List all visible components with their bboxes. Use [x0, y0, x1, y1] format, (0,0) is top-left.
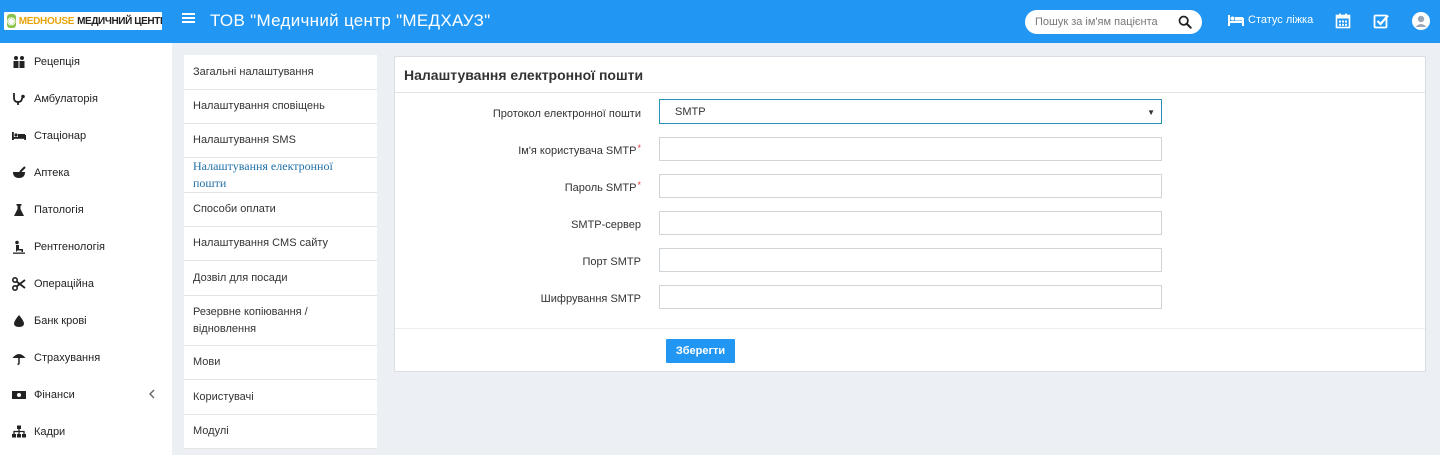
required-mark: *: [637, 180, 641, 190]
calendar-icon[interactable]: [1335, 13, 1351, 29]
sidebar-item-label: Фінанси: [34, 388, 75, 401]
top-navbar: ◉ MEDHOUSE МЕДИЧНИЙ ЦЕНТР ТОВ "Медичний …: [0, 0, 1440, 43]
sidebar-item-pharmacy[interactable]: Аптека: [0, 154, 172, 191]
sidebar-item-insurance[interactable]: Страхування: [0, 339, 172, 376]
sidebar-item-label: Рентгенологія: [34, 240, 105, 253]
reception-icon: [13, 55, 25, 68]
protocol-selected-value: SMTP: [675, 105, 706, 118]
bed-icon: [1228, 14, 1244, 26]
umbrella-icon: [12, 353, 26, 365]
email-settings-panel: Налаштування електронної пошти Протокол …: [394, 56, 1426, 372]
port-label: Порт SMTP: [582, 256, 641, 268]
search-input[interactable]: [1035, 14, 1175, 30]
sidebar-item-label: Стаціонар: [34, 129, 87, 142]
sidebar-item-finance[interactable]: Фінанси: [0, 376, 172, 413]
settings-menu-item-permissions[interactable]: Дозвіл для посади: [184, 261, 377, 296]
sidebar-item-reception[interactable]: Рецепція: [0, 43, 172, 80]
sidebar-item-pathology[interactable]: Патологія: [0, 191, 172, 228]
sidebar-item-label: Аптека: [34, 166, 70, 179]
sidebar-item-label: Кадри: [34, 425, 66, 438]
smtp-server-input[interactable]: [659, 211, 1162, 235]
username-label: Ім'я користувача SMTP*: [518, 143, 641, 157]
chevron-left-icon[interactable]: [148, 388, 156, 400]
patient-search: [1025, 10, 1202, 34]
settings-menu-item-sms[interactable]: Налаштування SMS: [184, 124, 377, 158]
panel-title: Налаштування електронної пошти: [404, 67, 644, 83]
sidebar-item-operating[interactable]: Операційна: [0, 265, 172, 302]
encryption-label: Шифрування SMTP: [540, 293, 641, 305]
logo-name: МЕДИЧНИЙ ЦЕНТР: [77, 15, 162, 27]
settings-menu-item-email[interactable]: Налаштування електронної пошти: [184, 158, 377, 193]
flask-icon: [14, 203, 24, 216]
sidebar-item-label: Патологія: [34, 203, 84, 216]
sidebar-item-label: Рецепція: [34, 55, 80, 68]
smtp-password-input[interactable]: [659, 174, 1162, 198]
logo-brand: MEDHOUSE: [18, 15, 75, 27]
sidebar-item-inpatient[interactable]: Стаціонар: [0, 117, 172, 154]
divider: [395, 328, 1425, 329]
settings-menu-item-backup[interactable]: Резервне копіювання / відновлення: [184, 296, 377, 346]
main-sidebar: Рецепція Амбулаторія Стаціонар Аптека Па…: [0, 43, 172, 455]
settings-menu-item-modules[interactable]: Модулі: [184, 415, 377, 449]
username-label-text: Ім'я користувача SMTP: [518, 145, 637, 157]
password-label-text: Пароль SMTP: [564, 182, 637, 194]
settings-menu-item-languages[interactable]: Мови: [184, 346, 377, 380]
sidebar-item-radiology[interactable]: Рентгенологія: [0, 228, 172, 265]
sidebar-item-ambulatory[interactable]: Амбулаторія: [0, 80, 172, 117]
blood-drop-icon: [14, 314, 24, 327]
sitemap-icon: [12, 425, 26, 437]
scissors-icon: [12, 276, 26, 291]
protocol-select[interactable]: SMTP ▼: [659, 99, 1162, 124]
save-button[interactable]: Зберегти: [666, 339, 735, 363]
smtp-port-input[interactable]: [659, 248, 1162, 272]
sidebar-item-label: Страхування: [34, 351, 101, 364]
dropdown-caret-icon: ▼: [1147, 108, 1155, 117]
page-title: ТОВ "Медичний центр "МЕДХАУЗ": [210, 11, 491, 30]
sidebar-item-label: Банк крові: [34, 314, 87, 327]
tasks-check-icon[interactable]: [1373, 13, 1389, 29]
required-mark: *: [637, 143, 641, 153]
protocol-label: Протокол електронної пошти: [492, 108, 641, 120]
money-icon: [12, 390, 26, 399]
xray-icon: [13, 240, 25, 254]
settings-menu-item-users[interactable]: Користувачі: [184, 380, 377, 415]
stethoscope-icon: [13, 92, 25, 105]
user-avatar-icon[interactable]: [1412, 12, 1430, 30]
bed-status-link[interactable]: Статус ліжка: [1228, 14, 1313, 26]
search-icon[interactable]: [1178, 15, 1192, 29]
settings-menu-item-cms[interactable]: Налаштування CMS сайту: [184, 227, 377, 261]
sidebar-item-label: Амбулаторія: [34, 92, 98, 105]
password-label: Пароль SMTP*: [564, 180, 641, 194]
bed-status-label: Статус ліжка: [1248, 14, 1314, 26]
smtp-encryption-input[interactable]: [659, 285, 1162, 309]
mortar-pestle-icon: [13, 165, 26, 178]
sidebar-item-label: Операційна: [34, 277, 94, 290]
divider: [395, 92, 1425, 93]
settings-menu-item-general[interactable]: Загальні налаштування: [184, 55, 377, 90]
sidebar-item-staff[interactable]: Кадри: [0, 413, 172, 450]
bed-icon: [12, 131, 26, 140]
logo[interactable]: ◉ MEDHOUSE МЕДИЧНИЙ ЦЕНТР: [4, 12, 162, 30]
settings-menu-item-notifications[interactable]: Налаштування сповіщень: [184, 90, 377, 124]
settings-menu-item-payment-methods[interactable]: Способи оплати: [184, 193, 377, 227]
server-label: SMTP-сервер: [571, 219, 641, 231]
smtp-username-input[interactable]: [659, 137, 1162, 161]
menu-toggle-icon[interactable]: [182, 13, 195, 25]
logo-icon: ◉: [7, 14, 16, 28]
sidebar-item-blood-bank[interactable]: Банк крові: [0, 302, 172, 339]
